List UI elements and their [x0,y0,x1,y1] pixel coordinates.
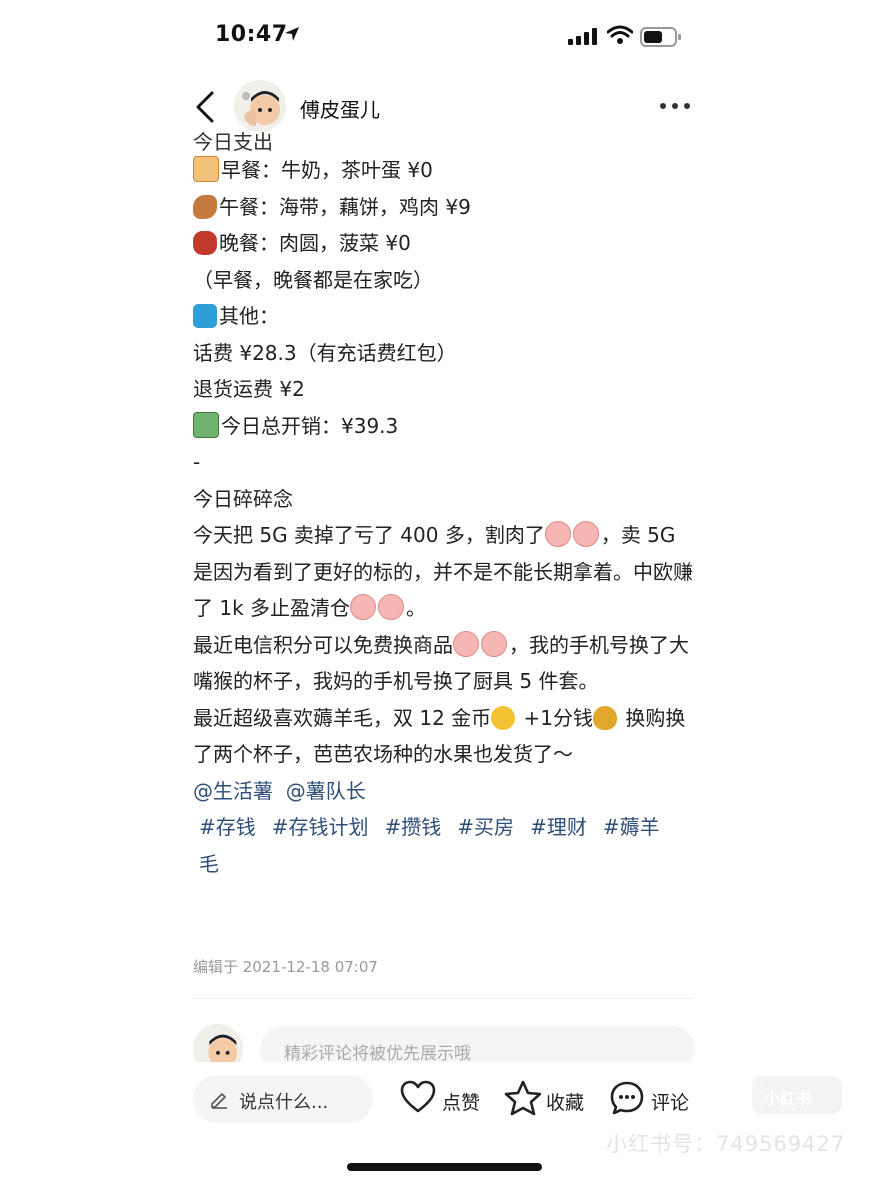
post-paragraph: 今天把 5G 卖掉了亏了 400 多，割肉了 ，卖 5G 是因为看到了更好的标的，… [193,521,693,620]
post-content: 今日支出 早餐：牛奶，茶叶蛋 ¥0 午餐：海带，藕饼，鸡肉 ¥9 晚餐：肉圆，菠… [193,132,693,882]
hashtag-link[interactable]: #攒钱 [385,815,442,839]
comment-row: 精彩评论将被优先展示哦 [193,1024,695,1074]
watermark-id: 小红书号：749569427 [606,1132,846,1156]
heart-icon [400,1080,436,1113]
post-line: 早餐：牛奶，茶叶蛋 ¥0 [193,152,693,189]
hashtag-link[interactable]: #存钱 [199,815,256,839]
post-paragraph: 最近超级喜欢薅羊毛，双 12 金币 +1分钱 换购换了两个杯子，芭芭农场种的水果… [193,705,686,766]
pencil-icon [211,1093,227,1109]
post-paragraph: 最近电信积分可以免费换商品 ，我的手机号换了大嘴猴的杯子，我妈的手机号换了厨具 5… [193,630,689,693]
back-arrow-icon[interactable] [192,90,220,124]
edit-timestamp: 编辑于 2021-12-18 07:07 [193,958,378,976]
post-line: 午餐：海带，藕饼，鸡肉 ¥9 [193,189,693,226]
post-header: 傅皮蛋儿 [0,78,887,136]
status-time: 10:47 [215,22,288,47]
post-line: 退货运费 ¥2 [193,377,305,401]
post-line: 晚餐：肉圆，菠菜 ¥0 [193,225,693,262]
cheeky-face-emoji-icon [453,630,479,657]
post-line: - [193,450,201,474]
money-emoji-icon [193,411,219,438]
chat-bubble-icon [610,1081,644,1115]
gold-medal-emoji-icon [491,705,516,730]
cellular-signal-icon [568,28,597,45]
favorite-label: 收藏 [546,1092,585,1114]
cartoon-avatar-icon [234,80,286,132]
bread-emoji-icon [193,156,219,182]
crying-face-emoji-icon [572,521,599,547]
like-label: 点赞 [442,1092,481,1114]
post-line: 其他： [193,298,693,335]
watermark-logo-text: 小红书 [764,1089,813,1108]
partially-hidden-line: 今日支出 [193,132,273,152]
watermark-logo: 小红书 [752,1076,842,1114]
author-avatar[interactable] [234,80,286,132]
location-arrow-icon [285,27,299,41]
bus-emoji-icon [193,304,217,328]
hashtag-link[interactable]: #存钱计划 [272,815,369,839]
mention-link[interactable]: @薯队长 [286,779,366,803]
more-options-icon[interactable] [658,96,692,116]
drumstick-emoji-icon [193,194,217,219]
battery-icon [640,27,681,47]
mention-link[interactable]: @生活薯 [193,779,273,803]
say-placeholder: 说点什么... [239,1092,329,1113]
post-line: 今日总开销：¥39.3 [193,408,693,445]
hashtag-link[interactable]: #买房 [457,815,514,839]
star-icon [504,1080,542,1116]
comment-label: 评论 [651,1092,690,1114]
home-indicator[interactable] [347,1163,542,1171]
cheeky-face-emoji-icon [481,630,507,657]
mentions: @生活薯 @薯队长 [193,773,693,810]
hashtag-link[interactable]: #理财 [530,815,587,839]
divider [193,998,693,999]
status-bar: 10:47 [0,0,887,70]
happy-face-emoji-icon [378,594,405,620]
comment-placeholder: 精彩评论将被优先展示哦 [284,1044,471,1064]
money-bag-emoji-icon [593,705,618,730]
post-line: 今日碎碎念 [193,486,293,511]
post-line: 话费 ¥28.3（有充话费红包） [193,340,457,365]
hashtags: #存钱 #存钱计划 #攒钱 #买房 #理财 #薅羊毛 [193,809,693,882]
wifi-icon [607,25,633,44]
happy-face-emoji-icon [350,594,377,620]
author-name[interactable]: 傅皮蛋儿 [300,94,380,123]
meat-emoji-icon [193,231,217,255]
say-something-input[interactable]: 说点什么... [193,1075,373,1123]
crying-face-emoji-icon [544,521,571,547]
post-line: （早餐，晚餐都是在家吃） [193,267,433,292]
